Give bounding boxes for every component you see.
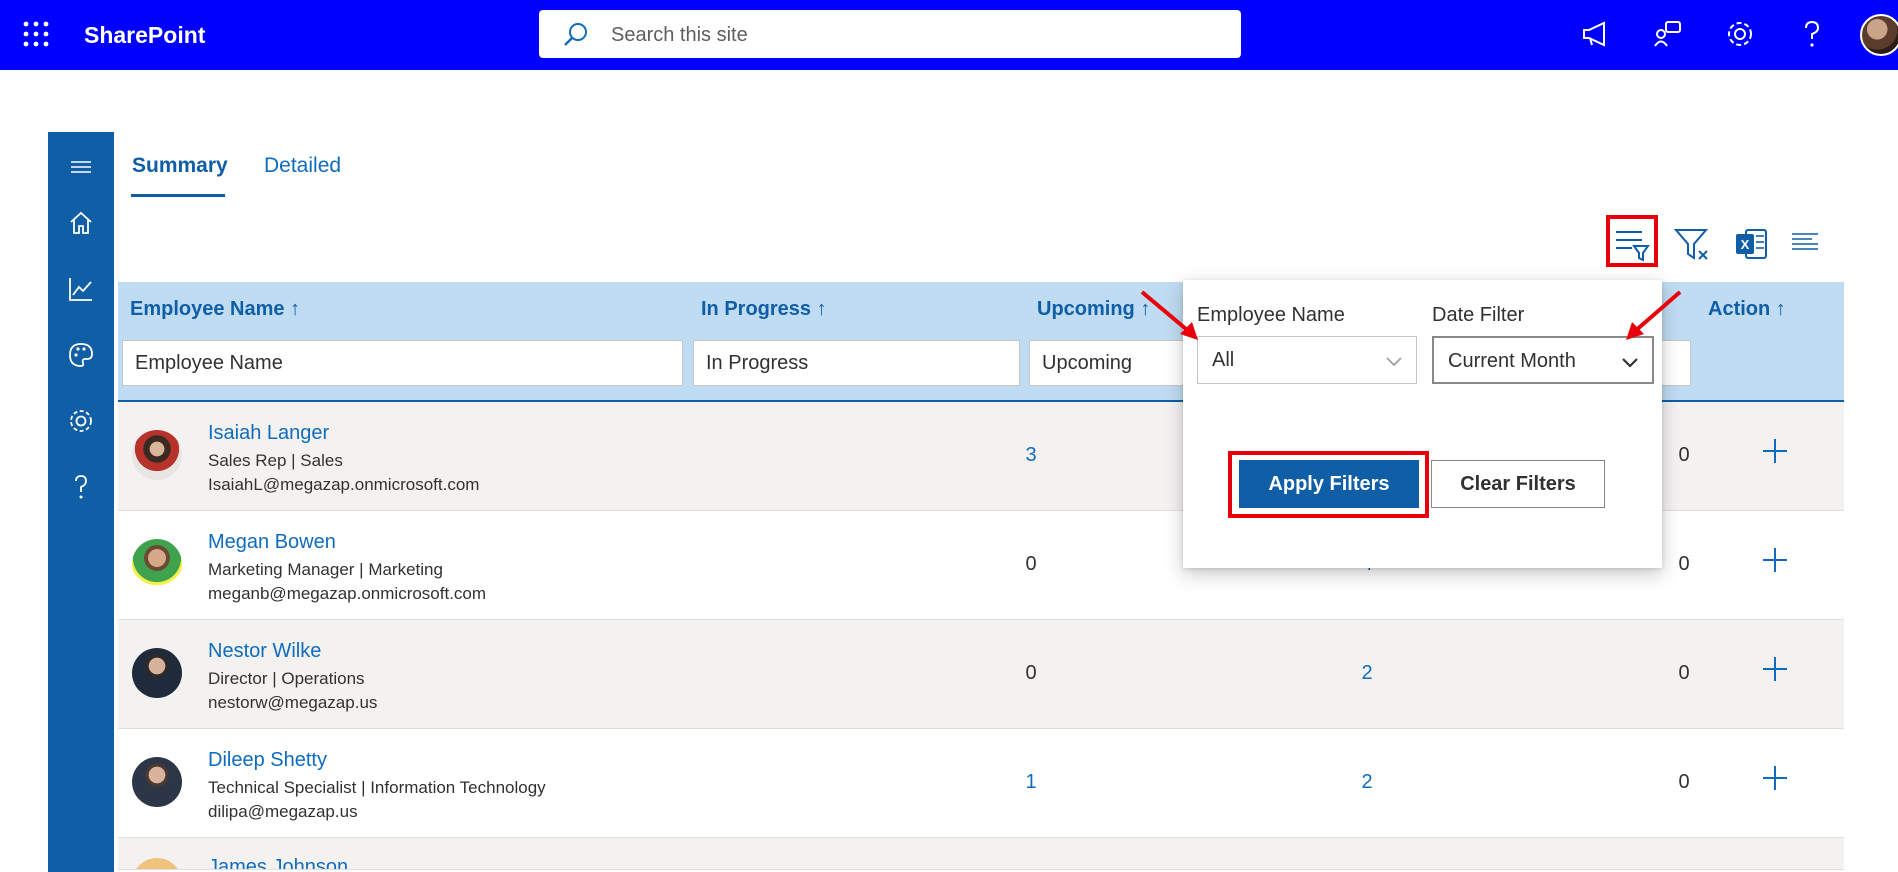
employee-role: Director | Operations	[208, 669, 365, 688]
upcoming-count[interactable]: 2	[1347, 771, 1387, 794]
search-box[interactable]: Search this site	[539, 10, 1241, 58]
svg-text:X: X	[1741, 237, 1750, 252]
table-row[interactable]: Dileep Shetty Technical Specialist | Inf…	[118, 729, 1844, 838]
megaphone-icon[interactable]	[1580, 18, 1612, 50]
filter-panel-icon[interactable]	[1612, 224, 1652, 264]
chevron-down-icon	[1622, 358, 1638, 368]
employee-name-selected: All	[1212, 349, 1235, 371]
employee-email: nestorw@megazap.us	[208, 693, 378, 712]
left-navigation-rail	[48, 132, 114, 872]
employee-name-link[interactable]: Isaiah Langer	[208, 422, 329, 445]
palette-icon[interactable]	[66, 340, 96, 370]
tab-active-indicator	[131, 194, 225, 197]
app-launcher-icon[interactable]	[22, 20, 50, 48]
avatar	[132, 430, 182, 480]
employee-email: dilipa@megazap.us	[208, 802, 358, 821]
help-question-icon[interactable]	[66, 472, 96, 502]
employee-name-link[interactable]: Megan Bowen	[208, 531, 336, 554]
hamburger-menu-icon[interactable]	[66, 152, 96, 182]
table-row[interactable]: Nestor Wilke Director | Operations nesto…	[118, 620, 1844, 729]
home-icon[interactable]	[66, 208, 96, 238]
annotation-arrow	[1140, 290, 1198, 340]
avatar	[132, 757, 182, 807]
in-progress-count[interactable]: 3	[1011, 444, 1051, 467]
top-bar: SharePoint Search this site	[0, 0, 1898, 70]
status-count: 0	[1678, 662, 1690, 684]
avatar	[132, 648, 182, 698]
column-options-icon[interactable]	[1786, 224, 1826, 264]
status-count: 0	[1678, 771, 1690, 793]
column-header-in-progress[interactable]: In Progress ↑	[701, 298, 827, 321]
employee-name-dropdown[interactable]: All	[1197, 336, 1417, 384]
in-progress-count[interactable]: 1	[1011, 771, 1051, 794]
employee-role: Sales Rep | Sales	[208, 451, 343, 470]
analytics-chart-icon[interactable]	[66, 274, 96, 304]
gear-icon[interactable]	[1724, 18, 1756, 50]
brand-title[interactable]: SharePoint	[84, 22, 205, 49]
employee-name-filter-input[interactable]: Employee Name	[122, 340, 683, 386]
column-header-employee-name[interactable]: Employee Name ↑	[130, 298, 300, 321]
search-icon	[564, 23, 587, 46]
employee-email: IsaiahL@megazap.onmicrosoft.com	[208, 475, 480, 494]
add-icon[interactable]	[1760, 654, 1790, 684]
clear-filters-button[interactable]: Clear Filters	[1431, 460, 1605, 508]
status-count: 0	[1678, 553, 1690, 575]
in-progress-filter-input[interactable]: In Progress	[693, 340, 1020, 386]
feedback-icon[interactable]	[1652, 18, 1684, 50]
excel-export-icon[interactable]: X	[1732, 224, 1772, 264]
table-row[interactable]: James Johnson	[118, 838, 1844, 870]
in-progress-count: 0	[1025, 553, 1037, 575]
employee-name-link[interactable]: Dileep Shetty	[208, 749, 327, 772]
filter-panel: Employee Name Date Filter All Current Mo…	[1183, 280, 1662, 568]
status-count: 0	[1678, 444, 1690, 466]
date-filter-label: Date Filter	[1432, 304, 1525, 326]
add-icon[interactable]	[1760, 763, 1790, 793]
employee-name-label: Employee Name	[1197, 304, 1345, 326]
employee-name-link[interactable]: James Johnson	[208, 856, 348, 869]
employee-name-link[interactable]: Nestor Wilke	[208, 640, 321, 663]
column-header-action[interactable]: Action ↑	[1708, 298, 1786, 321]
help-icon[interactable]	[1796, 18, 1828, 50]
settings-icon[interactable]	[66, 406, 96, 436]
add-icon[interactable]	[1760, 436, 1790, 466]
upcoming-count[interactable]: 2	[1347, 662, 1387, 685]
column-header-upcoming[interactable]: Upcoming ↑	[1037, 298, 1150, 321]
search-placeholder[interactable]: Search this site	[611, 24, 748, 47]
annotation-arrow	[1626, 290, 1682, 340]
employee-email: meganb@megazap.onmicrosoft.com	[208, 584, 487, 603]
avatar	[132, 539, 182, 589]
clear-filter-icon[interactable]	[1672, 224, 1712, 264]
chevron-down-icon	[1386, 357, 1402, 367]
employee-role: Technical Specialist | Information Techn…	[208, 778, 546, 797]
user-avatar[interactable]	[1860, 14, 1898, 56]
tab-summary[interactable]: Summary	[132, 154, 228, 178]
date-filter-selected: Current Month	[1448, 350, 1576, 372]
add-icon[interactable]	[1760, 545, 1790, 575]
avatar	[132, 858, 182, 869]
apply-filters-button[interactable]: Apply Filters	[1239, 460, 1419, 508]
employee-role: Marketing Manager | Marketing	[208, 560, 443, 579]
tab-detailed[interactable]: Detailed	[264, 154, 341, 178]
in-progress-count: 0	[1025, 662, 1037, 684]
